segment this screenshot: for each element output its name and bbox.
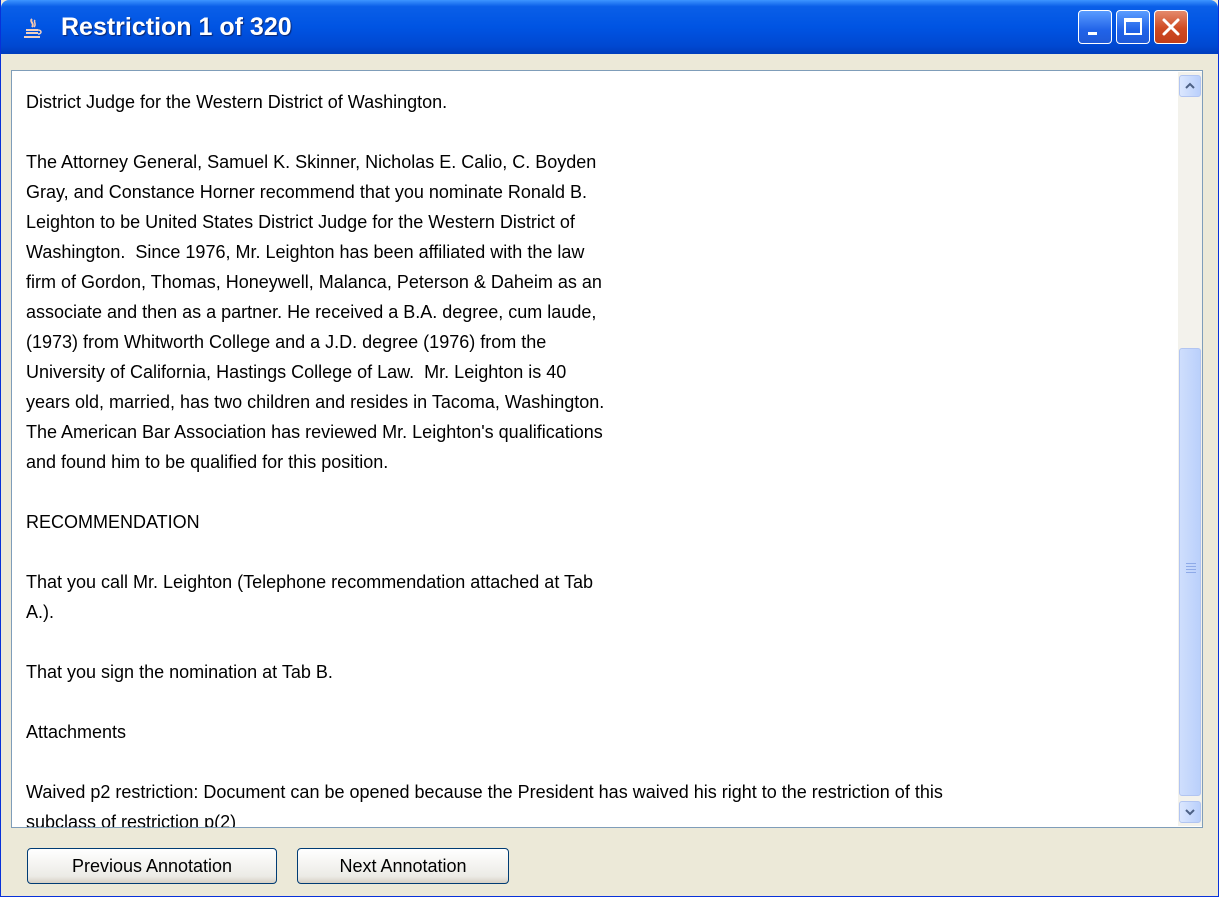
- paragraph: That you sign the nomination at Tab B.: [26, 657, 1166, 687]
- text-line: That you call Mr. Leighton (Telephone re…: [26, 572, 594, 592]
- scroll-down-button[interactable]: [1179, 801, 1201, 823]
- section-heading: RECOMMENDATION: [26, 512, 200, 532]
- close-icon: [1162, 18, 1180, 36]
- paragraph: Attachments: [26, 717, 1166, 747]
- annotation-window: Restriction 1 of 320 District Judge for …: [0, 0, 1219, 897]
- java-cup-icon: [24, 18, 42, 38]
- vertical-scrollbar[interactable]: [1178, 72, 1202, 826]
- maximize-button[interactable]: [1116, 10, 1150, 44]
- minimize-icon: [1088, 32, 1097, 35]
- paragraph: Waived p2 restriction: Document can be o…: [26, 777, 1166, 828]
- text-line: A.).: [26, 602, 55, 622]
- chevron-down-icon: [1185, 809, 1195, 816]
- maximize-icon: [1124, 18, 1142, 35]
- text-line: District Judge for the Western District …: [26, 92, 448, 112]
- text-line: The American Bar Association has reviewe…: [26, 422, 603, 442]
- text-line: Washington. Since 1976, Mr. Leighton has…: [26, 242, 585, 262]
- paragraph: District Judge for the Western District …: [26, 87, 1166, 117]
- text-line: (1973) from Whitworth College and a J.D.…: [26, 332, 547, 352]
- chevron-up-icon: [1185, 82, 1195, 89]
- text-line: Gray, and Constance Horner recommend tha…: [26, 182, 587, 202]
- next-annotation-button[interactable]: Next Annotation: [297, 848, 509, 884]
- paragraph: RECOMMENDATION: [26, 507, 1166, 537]
- scroll-up-button[interactable]: [1179, 75, 1201, 97]
- text-line: University of California, Hastings Colle…: [26, 362, 567, 382]
- text-line: That you sign the nomination at Tab B.: [26, 662, 333, 682]
- previous-annotation-button[interactable]: Previous Annotation: [27, 848, 277, 884]
- document-text-area[interactable]: District Judge for the Western District …: [11, 70, 1203, 828]
- text-line: The Attorney General, Samuel K. Skinner,…: [26, 152, 597, 172]
- text-line: firm of Gordon, Thomas, Honeywell, Malan…: [26, 272, 602, 292]
- minimize-button[interactable]: [1078, 10, 1112, 44]
- close-button[interactable]: [1154, 10, 1188, 44]
- text-line: associate and then as a partner. He rece…: [26, 302, 597, 322]
- text-line: subclass of restriction p(2): [26, 812, 237, 828]
- text-line: and found him to be qualified for this p…: [26, 452, 389, 472]
- document-text: District Judge for the Western District …: [26, 87, 1166, 828]
- scrollbar-thumb[interactable]: [1179, 348, 1201, 796]
- window-title: Restriction 1 of 320: [61, 13, 292, 41]
- text-line: Waived p2 restriction: Document can be o…: [26, 782, 943, 802]
- paragraph: That you call Mr. Leighton (Telephone re…: [26, 567, 1166, 627]
- section-heading: Attachments: [26, 722, 127, 742]
- paragraph: The Attorney General, Samuel K. Skinner,…: [26, 147, 1166, 477]
- text-line: years old, married, has two children and…: [26, 392, 605, 412]
- text-line: Leighton to be United States District Ju…: [26, 212, 575, 232]
- title-bar[interactable]: Restriction 1 of 320: [1, 0, 1218, 54]
